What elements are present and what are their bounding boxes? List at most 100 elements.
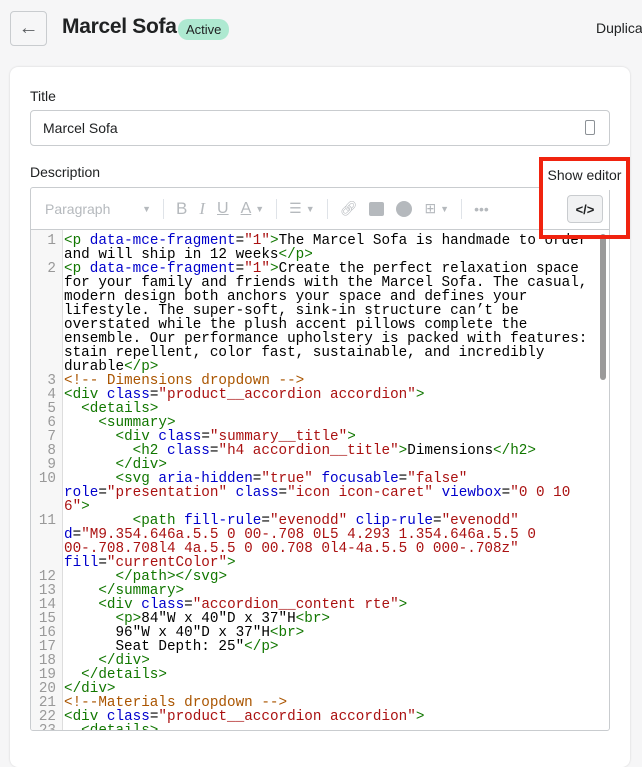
- code-text: 6">: [64, 500, 90, 514]
- table-button[interactable]: ⊞ ▼: [424, 200, 449, 217]
- code-text: ensemble. Our performance upholstery is …: [64, 332, 587, 346]
- code-text: durable</p>: [64, 360, 158, 374]
- code-line: 4 <div class="product__accordion accordio…: [31, 388, 609, 402]
- code-line: 7 <div class="summary__title">: [31, 430, 609, 444]
- code-line: 10 <svg aria-hidden="true" focusable="fa…: [31, 472, 609, 486]
- code-text: 00-.708.708l4 4a.5.5 0 00.708 0l4-4a.5.5…: [64, 542, 519, 556]
- code-line: 14 <div class="accordion__content rte">: [31, 598, 609, 612]
- text-color-icon: A: [240, 199, 252, 217]
- code-line: modern design both anchors your space an…: [31, 290, 609, 304]
- align-left-icon: ☰: [289, 200, 302, 216]
- line-number: 7: [47, 429, 56, 445]
- code-text: and will ship in 12 weeks</p>: [64, 248, 313, 262]
- code-text: <div class="product__accordion accordion…: [64, 710, 424, 724]
- more-button[interactable]: •••: [474, 201, 489, 217]
- code-text: </details>: [64, 668, 167, 682]
- title-input[interactable]: Marcel Sofa: [30, 110, 610, 146]
- code-token: >: [227, 555, 236, 571]
- code-text: <div class="summary__title">: [64, 430, 355, 444]
- code-text: <path fill-rule="evenodd" clip-rule="eve…: [64, 514, 519, 528]
- code-text: </div>: [64, 654, 149, 668]
- line-number: 8: [47, 443, 56, 459]
- line-number: 4: [47, 387, 56, 403]
- code-token: "h4 accordion__title": [218, 443, 399, 459]
- description-editor[interactable]: Paragraph ▼ B I U A ▼ ☰ ▼ 🔗︎ ⊞ ▼ ••• </> 1 <p…: [30, 187, 610, 731]
- chevron-down-icon: ▼: [305, 203, 315, 214]
- code-line: 12 </path></svg>: [31, 570, 609, 584]
- code-token: </p>: [244, 639, 279, 655]
- code-line: 8 <h2 class="h4 accordion__title">Dimens…: [31, 444, 609, 458]
- video-button[interactable]: [396, 200, 413, 217]
- code-line: 20 </div>: [31, 682, 609, 696]
- code-line: role="presentation" class="icon icon-car…: [31, 486, 609, 500]
- code-text: <!--Materials dropdown -->: [64, 696, 287, 710]
- line-number: 1: [47, 233, 56, 249]
- line-number: 11: [38, 513, 56, 529]
- code-token: "product__accordion accordion": [158, 387, 416, 403]
- code-text: <details>: [64, 402, 158, 416]
- format-dropdown[interactable]: Paragraph ▼: [45, 201, 151, 217]
- underline-button[interactable]: U: [217, 200, 229, 218]
- code-text: fill="currentColor">: [64, 556, 236, 570]
- code-text: <div class="accordion__content rte">: [64, 598, 407, 612]
- code-line: 21 <!--Materials dropdown -->: [31, 696, 609, 710]
- code-line: 23 <details>: [31, 724, 609, 730]
- title-value: Marcel Sofa: [43, 120, 118, 136]
- line-number: 3: [47, 373, 56, 389]
- line-number: 18: [38, 653, 56, 669]
- code-line: overstated while the plush accent pillow…: [31, 318, 609, 332]
- align-button[interactable]: ☰ ▼: [289, 200, 314, 217]
- autofill-icon: [585, 120, 595, 135]
- editor-toolbar: Paragraph ▼ B I U A ▼ ☰ ▼ 🔗︎ ⊞ ▼ ••• </>: [31, 188, 609, 230]
- line-number: 5: [47, 401, 56, 417]
- code-token: =: [501, 485, 511, 501]
- code-text: Seat Depth: 25"</p>: [64, 639, 279, 655]
- line-number: 2: [47, 261, 56, 277]
- code-text: </summary>: [64, 584, 184, 598]
- code-token: =: [98, 485, 107, 501]
- code-token: class: [166, 443, 210, 459]
- code-text: <h2 class="h4 accordion__title">Dimensio…: [64, 444, 536, 458]
- arrow-left-icon: ←: [18, 17, 39, 39]
- code-token: viewbox: [441, 485, 502, 501]
- code-text: <p>84"W x 40"D x 37"H<br>: [64, 612, 330, 626]
- code-token: "product__accordion accordion": [158, 709, 416, 725]
- link-button[interactable]: 🔗︎: [340, 200, 358, 217]
- code-line: 18 </div>: [31, 654, 609, 668]
- line-number: 16: [38, 625, 56, 641]
- image-icon: [369, 201, 385, 216]
- italic-button[interactable]: I: [199, 199, 205, 219]
- line-number: 13: [38, 583, 56, 599]
- chevron-down-icon: ▼: [255, 203, 265, 214]
- divider: [461, 198, 463, 219]
- code-line: fill="currentColor">: [31, 556, 609, 570]
- page-title: Marcel Sofa: [62, 15, 177, 38]
- line-number: 22: [38, 709, 56, 725]
- code-line: 3 <!-- Dimensions dropdown -->: [31, 374, 609, 388]
- code-text: modern design both anchors your space an…: [64, 290, 527, 304]
- bold-button[interactable]: B: [176, 199, 187, 219]
- play-icon: [396, 200, 413, 217]
- text-color-button[interactable]: A ▼: [241, 200, 265, 218]
- scrollbar-thumb[interactable]: [600, 234, 606, 380]
- code-token: >: [415, 387, 425, 403]
- code-token: class: [235, 485, 279, 501]
- back-button[interactable]: ←: [10, 11, 47, 46]
- code-line: 11 <path fill-rule="evenodd" clip-rule="…: [31, 514, 609, 528]
- code-line: 17 Seat Depth: 25"</p>: [31, 640, 609, 654]
- code-line: 9 </div>: [31, 458, 609, 472]
- duplicate-button[interactable]: Duplica: [596, 20, 642, 36]
- line-number: 15: [38, 611, 56, 627]
- html-code-view[interactable]: 1 <p data-mce-fragment="1">The Marcel Sof…: [31, 230, 609, 730]
- code-text: <details>: [64, 724, 158, 730]
- code-text: <svg aria-hidden="true" focusable="false…: [64, 472, 467, 486]
- image-button[interactable]: [369, 201, 385, 216]
- code-text: for your family and friends with the Mar…: [64, 276, 587, 290]
- code-text: </div>: [64, 682, 115, 696]
- code-text: <summary>: [64, 416, 175, 430]
- link-icon: 🔗︎: [339, 200, 358, 216]
- code-line: 13 </summary>: [31, 584, 609, 598]
- divider: [163, 198, 164, 219]
